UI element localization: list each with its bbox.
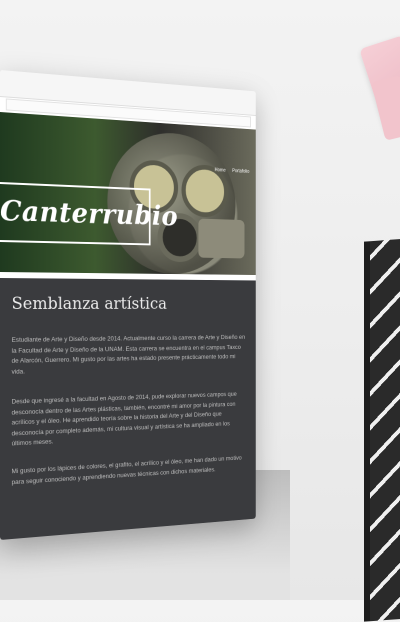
site-title: Canterrubio xyxy=(0,194,178,232)
nav-home[interactable]: Home xyxy=(215,167,226,173)
paragraph-3: Mi gusto por los lápices de colores, el … xyxy=(12,454,248,489)
monitor: Home Portafolio Canterrubio Semblanza ar… xyxy=(0,70,256,540)
mask-canister xyxy=(198,219,244,259)
nav-portafolio[interactable]: Portafolio xyxy=(232,168,249,174)
section-title: Semblanza artística xyxy=(12,294,167,314)
content-panel: Semblanza artística Estudiante de Arte y… xyxy=(0,278,256,540)
hero-banner: Home Portafolio Canterrubio xyxy=(0,112,256,275)
paragraph-1: Estudiante de Arte y Diseño desde 2014. … xyxy=(12,333,248,377)
pink-object-small xyxy=(371,75,400,140)
paragraph-2: Desde que ingresé a la facultad en Agost… xyxy=(12,390,248,450)
website-screen: Home Portafolio Canterrubio Semblanza ar… xyxy=(0,70,256,540)
striped-book xyxy=(364,238,400,621)
